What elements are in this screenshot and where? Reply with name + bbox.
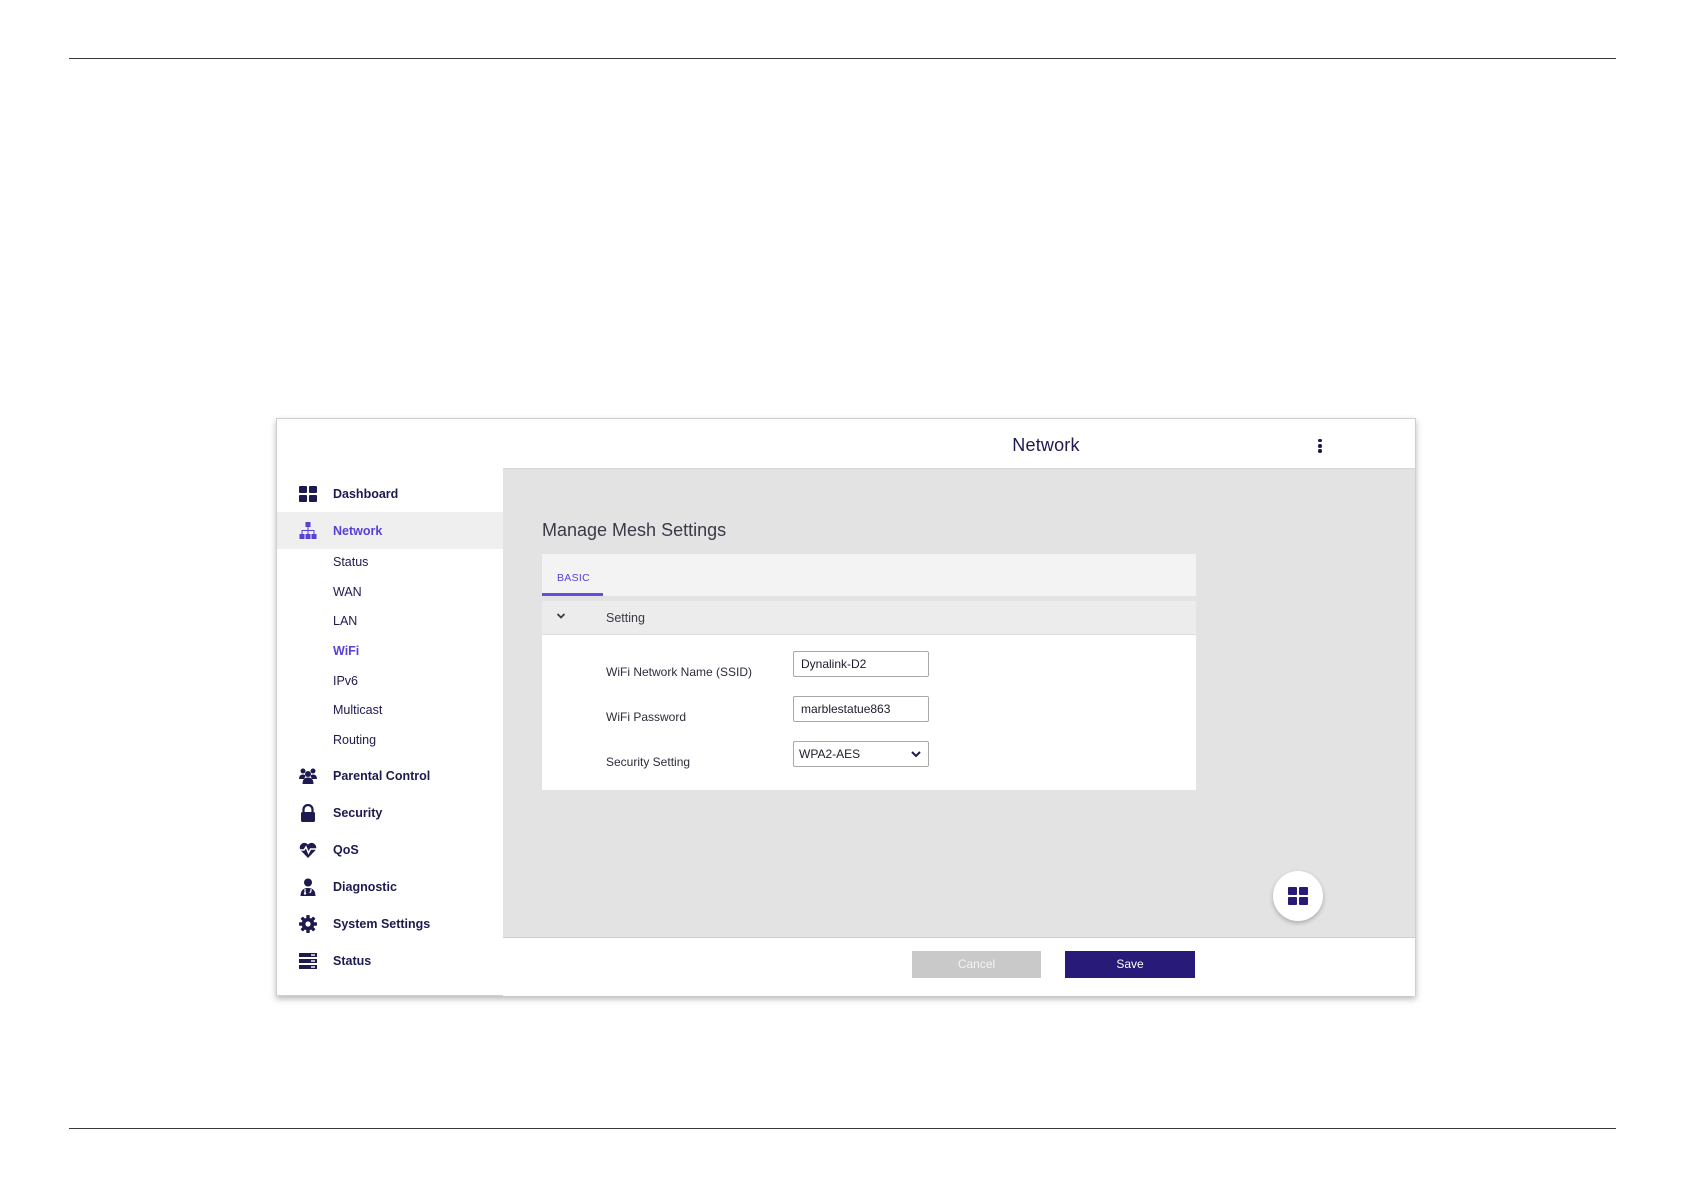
sidebar: Dashboard Network Status WAN LAN WiFi IP… bbox=[277, 468, 503, 995]
dashboard-icon bbox=[299, 486, 317, 502]
submenu-item-multicast[interactable]: Multicast bbox=[333, 703, 382, 717]
sidebar-item-label: Security bbox=[333, 805, 383, 820]
tab-bar: BASIC bbox=[542, 554, 1196, 596]
password-label: WiFi Password bbox=[606, 710, 687, 724]
sidebar-item-label: Status bbox=[333, 953, 372, 968]
security-setting-select[interactable]: WPA2-AES bbox=[793, 741, 929, 767]
sidebar-item-qos[interactable]: QoS bbox=[277, 831, 503, 868]
sidebar-item-network[interactable]: Network bbox=[277, 512, 503, 549]
sidebar-item-label: Parental Control bbox=[333, 768, 431, 783]
sidebar-item-label: Dashboard bbox=[333, 486, 399, 501]
dashboard-icon bbox=[1288, 887, 1308, 905]
security-setting-value: WPA2-AES bbox=[799, 747, 861, 761]
sidebar-item-label: QoS bbox=[333, 842, 359, 857]
server-icon bbox=[299, 953, 317, 969]
chevron-down-icon bbox=[556, 613, 566, 619]
setting-panel-header[interactable]: Setting bbox=[542, 601, 1196, 635]
submenu-item-routing[interactable]: Routing bbox=[333, 733, 376, 747]
sidebar-item-label: System Settings bbox=[333, 916, 431, 931]
lock-icon bbox=[301, 804, 315, 822]
tab-basic[interactable]: BASIC bbox=[542, 554, 603, 596]
submenu-item-wan[interactable]: WAN bbox=[333, 585, 362, 599]
active-tab-indicator bbox=[542, 593, 603, 596]
sidebar-item-label: Diagnostic bbox=[333, 879, 397, 894]
page-title: Network bbox=[1012, 435, 1080, 455]
sidebar-item-system-settings[interactable]: System Settings bbox=[277, 905, 503, 942]
cancel-button[interactable]: Cancel bbox=[912, 951, 1041, 978]
sidebar-item-label: Network bbox=[333, 523, 383, 538]
chevron-down-icon bbox=[911, 751, 921, 758]
ssid-field[interactable]: Dynalink-D2 bbox=[793, 651, 929, 677]
submenu-item-lan[interactable]: LAN bbox=[333, 614, 357, 628]
network-icon bbox=[299, 522, 317, 539]
top-bar: Network bbox=[277, 419, 1415, 468]
main-content: Manage Mesh Settings BASIC Setting WiFi … bbox=[503, 468, 1415, 938]
heart-pulse-icon bbox=[299, 842, 317, 858]
gear-icon bbox=[299, 915, 317, 933]
submenu-item-status[interactable]: Status bbox=[333, 555, 368, 569]
quick-menu-button[interactable] bbox=[1273, 871, 1323, 921]
panel-title: Setting bbox=[606, 611, 645, 625]
router-app-window: Network Dashboard Network Status WAN LAN bbox=[276, 418, 1416, 996]
submenu-item-ipv6[interactable]: IPv6 bbox=[333, 674, 358, 688]
top-divider bbox=[69, 58, 1616, 59]
password-field[interactable]: marblestatue863 bbox=[793, 696, 929, 722]
ssid-label: WiFi Network Name (SSID) bbox=[606, 665, 753, 679]
section-heading: Manage Mesh Settings bbox=[542, 520, 727, 540]
save-button[interactable]: Save bbox=[1065, 951, 1195, 978]
setting-panel-body: WiFi Network Name (SSID) Dynalink-D2 WiF… bbox=[542, 635, 1196, 790]
parental-control-icon bbox=[299, 768, 317, 784]
doctor-icon bbox=[300, 878, 316, 896]
sidebar-item-status[interactable]: Status bbox=[277, 942, 503, 979]
submenu-item-wifi[interactable]: WiFi bbox=[333, 644, 359, 658]
sidebar-item-dashboard[interactable]: Dashboard bbox=[277, 475, 503, 512]
more-options-icon[interactable] bbox=[1315, 439, 1325, 455]
bottom-divider bbox=[69, 1128, 1616, 1129]
sidebar-item-diagnostic[interactable]: Diagnostic bbox=[277, 868, 503, 905]
security-setting-label: Security Setting bbox=[606, 755, 691, 769]
tab-label: BASIC bbox=[557, 572, 591, 584]
sidebar-item-parental-control[interactable]: Parental Control bbox=[277, 757, 503, 794]
action-footer: Cancel Save bbox=[503, 937, 1415, 996]
sidebar-item-security[interactable]: Security bbox=[277, 794, 503, 831]
